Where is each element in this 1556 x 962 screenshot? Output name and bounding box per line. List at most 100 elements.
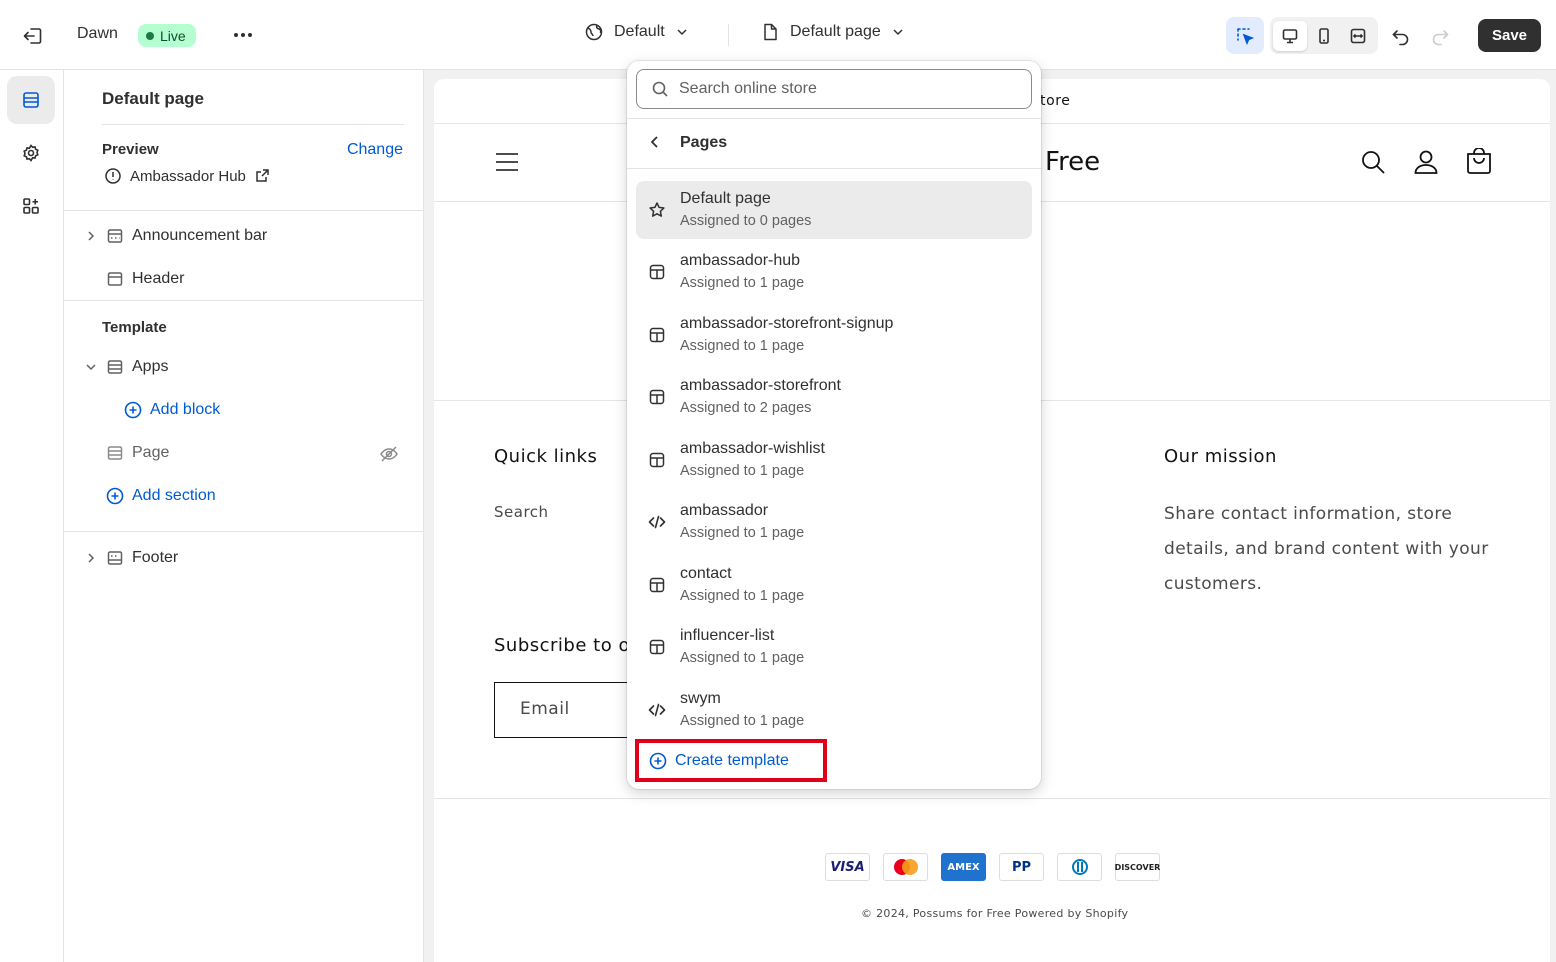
theme-settings-tab[interactable] (7, 129, 55, 177)
divider (728, 24, 729, 46)
template-item[interactable]: ambassador-storefront-signup Assigned to… (636, 306, 1032, 364)
search-icon (652, 81, 668, 97)
fullscreen-view-button[interactable] (1341, 21, 1375, 51)
inspector-toggle[interactable] (1226, 17, 1264, 54)
left-rail (0, 70, 64, 962)
search-icon[interactable] (1359, 148, 1387, 176)
change-preview-link[interactable]: Change (347, 141, 403, 159)
section-footer[interactable]: Footer (84, 549, 178, 567)
template-heading: Template (102, 319, 167, 336)
divider (102, 124, 404, 125)
template-assigned-count: Assigned to 1 page (680, 650, 805, 666)
add-section-button[interactable]: Add section (106, 487, 216, 505)
search-input[interactable] (679, 80, 999, 98)
template-name: ambassador-hub (680, 252, 801, 269)
theme-name: Dawn (77, 25, 118, 42)
app-embeds-tab[interactable] (7, 182, 55, 230)
popover-title: Pages (680, 134, 728, 151)
cursor-select-icon (1237, 27, 1255, 45)
preview-label: Preview (102, 141, 159, 158)
template-picker-popover: Pages Default page Assigned to 0 pages a… (627, 61, 1041, 789)
gear-icon (23, 144, 39, 162)
cart-icon[interactable] (1465, 148, 1493, 176)
divider (64, 210, 424, 211)
template-name: contact (680, 565, 732, 582)
eye-hidden-icon[interactable] (379, 444, 399, 464)
template-assigned-count: Assigned to 0 pages (680, 213, 812, 229)
search-field[interactable] (636, 69, 1032, 109)
section-page[interactable]: Page (106, 444, 169, 462)
template-name: ambassador-storefront (680, 377, 841, 394)
section-announcement-bar[interactable]: Announcement bar (84, 227, 267, 245)
template-item[interactable]: ambassador-wishlist Assigned to 1 page (636, 431, 1032, 489)
divider (64, 300, 424, 301)
mastercard-icon (883, 853, 928, 881)
exit-icon[interactable] (20, 23, 46, 49)
theme-selector[interactable]: Default (584, 22, 689, 42)
hamburger-menu-icon[interactable] (494, 151, 520, 173)
chevron-down-icon (677, 29, 687, 36)
page-selector[interactable]: Default page (760, 22, 905, 42)
template-item[interactable]: influencer-list Assigned to 1 page (636, 618, 1032, 676)
plus-circle-icon (106, 487, 124, 505)
template-item[interactable]: ambassador-hub Assigned to 1 page (636, 243, 1032, 301)
section-header[interactable]: Header (106, 270, 184, 288)
save-button[interactable]: Save (1478, 19, 1541, 52)
sections-icon (23, 92, 39, 108)
create-template-button[interactable]: Create template (635, 739, 827, 782)
template-icon (649, 639, 665, 655)
template-item[interactable]: swym Assigned to 1 page (636, 681, 1032, 739)
fullscreen-icon (1350, 28, 1366, 43)
live-dot-icon (146, 31, 154, 40)
page-title: Default page (102, 89, 205, 108)
announcement-text: tore (1040, 93, 1071, 109)
undo-icon[interactable] (1389, 24, 1413, 48)
plus-circle-icon (124, 401, 142, 419)
template-assigned-count: Assigned to 1 page (680, 588, 805, 604)
chevron-right-icon[interactable] (84, 229, 98, 243)
template-assigned-count: Assigned to 1 page (680, 713, 805, 729)
template-item[interactable]: Default page Assigned to 0 pages (636, 181, 1032, 239)
add-block-label: Add block (150, 401, 221, 418)
template-icon (649, 264, 665, 280)
external-link-icon[interactable] (254, 168, 270, 184)
account-icon[interactable] (1412, 148, 1440, 176)
preview-value: Ambassador Hub (104, 167, 270, 185)
template-item[interactable]: contact Assigned to 1 page (636, 556, 1032, 614)
create-template-label: Create template (675, 751, 789, 769)
chevron-left-icon[interactable] (647, 134, 663, 150)
section-icon (107, 229, 123, 243)
more-actions-icon[interactable] (230, 25, 256, 45)
divider (627, 168, 1041, 169)
copyright-text: © 2024, Possums for Free Powered by Shop… (861, 907, 1129, 920)
section-apps[interactable]: Apps (84, 358, 168, 376)
add-block-button[interactable]: Add block (124, 401, 220, 419)
desktop-icon (1282, 28, 1298, 43)
sections-tab[interactable] (7, 76, 55, 124)
template-icon (649, 389, 665, 405)
diners-club-icon (1057, 853, 1102, 881)
viewport-switcher (1270, 17, 1378, 54)
redo-icon[interactable] (1428, 24, 1452, 48)
template-name: Default page (680, 190, 771, 207)
template-name: ambassador (680, 502, 769, 519)
chevron-down-icon[interactable] (84, 360, 98, 374)
divider (627, 118, 1041, 119)
template-name: swym (680, 690, 721, 707)
paypal-icon: PP (999, 853, 1044, 881)
mobile-view-button[interactable] (1307, 21, 1341, 51)
add-section-label: Add section (132, 487, 216, 504)
code-icon (648, 703, 666, 717)
section-label: Header (132, 270, 185, 287)
chevron-right-icon[interactable] (84, 551, 98, 565)
template-item[interactable]: ambassador Assigned to 1 page (636, 493, 1032, 551)
mission-text: Share contact information, store details… (1164, 504, 1489, 594)
desktop-view-button[interactable] (1273, 20, 1307, 51)
template-item[interactable]: ambassador-storefront Assigned to 2 page… (636, 368, 1032, 426)
template-assigned-count: Assigned to 1 page (680, 275, 805, 291)
mission-heading: Our mission (1164, 446, 1277, 467)
sidebar: Default page Preview Change Ambassador H… (64, 70, 424, 962)
quick-links-heading: Quick links (494, 446, 598, 467)
footer-search-link[interactable]: Search (494, 503, 549, 521)
page-select-label: Default page (790, 23, 881, 40)
